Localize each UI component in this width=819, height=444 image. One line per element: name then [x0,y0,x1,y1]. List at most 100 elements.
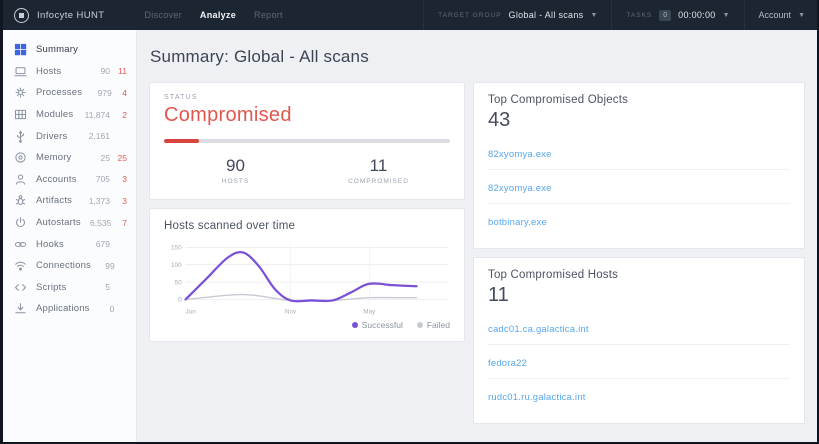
item-link[interactable]: botbinary.exe [488,217,547,228]
list-item: 82xyomya.exe [488,170,790,204]
item-count: 679 [77,239,110,249]
tasks-label: TASKS [626,12,652,19]
item-count: 6,535 [81,218,112,228]
stat-value: 90 [164,156,307,176]
item-count: 1,373 [77,196,110,206]
card-count: 11 [488,284,790,307]
sidebar-item-autostarts[interactable]: Autostarts 6,535 7 [0,212,136,234]
hosts-icon [13,64,27,78]
drivers-icon [13,129,27,143]
list-item: rudc01.ru.galactica.int [488,379,790,412]
item-link[interactable]: fedora22 [488,358,527,369]
applications-icon [13,302,27,316]
chart-svg: 050100150JunNovMay [164,238,450,318]
target-group-value: Global - All scans [509,10,584,20]
processes-icon [13,86,27,100]
sidebar-item-summary[interactable]: Summary [0,39,136,61]
legend-label: Successful [362,320,403,330]
tasks-dropdown[interactable]: TASKS 0 00:00:00 ▼ [611,0,743,30]
sidebar-item-scripts[interactable]: Scripts 5 [0,277,136,299]
main-content: Summary: Global - All scans STATUS Compr… [137,30,819,444]
legend-label: Failed [427,320,450,330]
chevron-down-icon: ▼ [798,12,805,19]
item-alert-count: 11 [110,66,127,76]
card-title: Top Compromised Objects [488,94,790,106]
item-count: 90 [77,66,110,76]
tasks-count-badge: 0 [659,10,671,21]
summary-icon [13,43,27,57]
list-item: botbinary.exe [488,204,790,237]
legend-dot-icon [352,322,358,328]
item-count: 705 [77,174,110,184]
sidebar-item-drivers[interactable]: Drivers 2,161 [0,125,136,147]
svg-text:Jun: Jun [186,308,197,315]
item-link[interactable]: cadc01.ca.galactica.int [488,324,589,335]
chart-legend: Successful Failed [164,320,450,330]
target-group-dropdown[interactable]: TARGET GROUP Global - All scans ▼ [423,0,611,30]
sidebar-item-connections[interactable]: Connections 99 [0,255,136,277]
sidebar-item-artifacts[interactable]: Artifacts 1,373 3 [0,190,136,212]
autostarts-icon [13,216,27,230]
hooks-icon [13,237,27,251]
item-alert-count: 7 [111,218,127,228]
sidebar-item-hosts[interactable]: Hosts 90 11 [0,61,136,83]
item-alert-count: 25 [110,153,127,163]
item-link[interactable]: 82xyomya.exe [488,149,552,160]
status-stats: 90 HOSTS 11 COMPROMISED [164,156,450,188]
line-chart: 050100150JunNovMay [164,238,450,318]
top-compromised-objects-card: Top Compromised Objects 43 82xyomya.exe8… [473,82,805,249]
chevron-down-icon: ▼ [590,12,597,19]
list-item: 82xyomya.exe [488,136,790,170]
legend-item-successful[interactable]: Successful [352,320,403,330]
infocyte-logo-icon [14,8,29,23]
stat-label: HOSTS [164,178,307,185]
modules-icon [13,108,27,122]
sidebar-item-applications[interactable]: Applications 0 [0,298,136,320]
account-dropdown[interactable]: Account ▼ [744,0,819,30]
brand-name: Infocyte HUNT [37,10,105,21]
svg-text:Nov: Nov [285,308,297,315]
status-card: STATUS Compromised 90 HOSTS 11 COMPROMIS… [149,82,465,200]
memory-icon [13,151,27,165]
item-count: 11,874 [77,110,110,120]
nav-link-discover[interactable]: Discover [145,10,182,20]
target-group-label: TARGET GROUP [438,12,501,19]
tasks-timer: 00:00:00 [678,10,715,20]
stat-value: 11 [307,156,450,176]
svg-text:May: May [363,308,376,315]
item-link[interactable]: 82xyomya.exe [488,183,552,194]
top-navbar: Infocyte HUNT Discover Analyze Report TARG… [0,0,819,30]
compromise-progress-bar [164,139,450,143]
account-label: Account [759,10,792,20]
legend-dot-icon [417,322,423,328]
artifacts-icon [13,194,27,208]
chevron-down-icon: ▼ [723,12,730,19]
card-title: Top Compromised Hosts [488,269,790,281]
item-count: 5 [77,282,110,292]
sidebar: Summary Hosts 90 11 Processes 979 4 Modu… [0,30,137,444]
card-count: 43 [488,109,790,132]
svg-text:100: 100 [171,262,182,269]
top-compromised-hosts-card: Top Compromised Hosts 11 cadc01.ca.galac… [473,257,805,424]
navbar-right: TARGET GROUP Global - All scans ▼ TASKS … [423,0,819,30]
sidebar-item-memory[interactable]: Memory 25 25 [0,147,136,169]
stat: 90 HOSTS [164,156,307,185]
item-count: 979 [82,88,112,98]
sidebar-item-processes[interactable]: Processes 979 4 [0,82,136,104]
objects-list: 82xyomya.exe 82xyomya.exe botbinary.exe [488,136,790,237]
legend-item-failed[interactable]: Failed [417,320,450,330]
item-alert-count: 2 [110,110,127,120]
connections-icon [13,259,27,273]
hosts-scanned-chart-card: Hosts scanned over time 050100150JunNovM… [149,208,465,342]
sidebar-item-accounts[interactable]: Accounts 705 3 [0,169,136,191]
brand[interactable]: Infocyte HUNT [0,0,117,30]
accounts-icon [13,172,27,186]
item-link[interactable]: rudc01.ru.galactica.int [488,392,586,403]
sidebar-item-hooks[interactable]: Hooks 679 [0,233,136,255]
nav-link-report[interactable]: Report [254,10,283,20]
nav-link-analyze[interactable]: Analyze [200,10,236,20]
list-item: fedora22 [488,345,790,379]
page-title: Summary: Global - All scans [150,47,810,67]
chart-title: Hosts scanned over time [164,220,450,232]
sidebar-item-modules[interactable]: Modules 11,874 2 [0,104,136,126]
